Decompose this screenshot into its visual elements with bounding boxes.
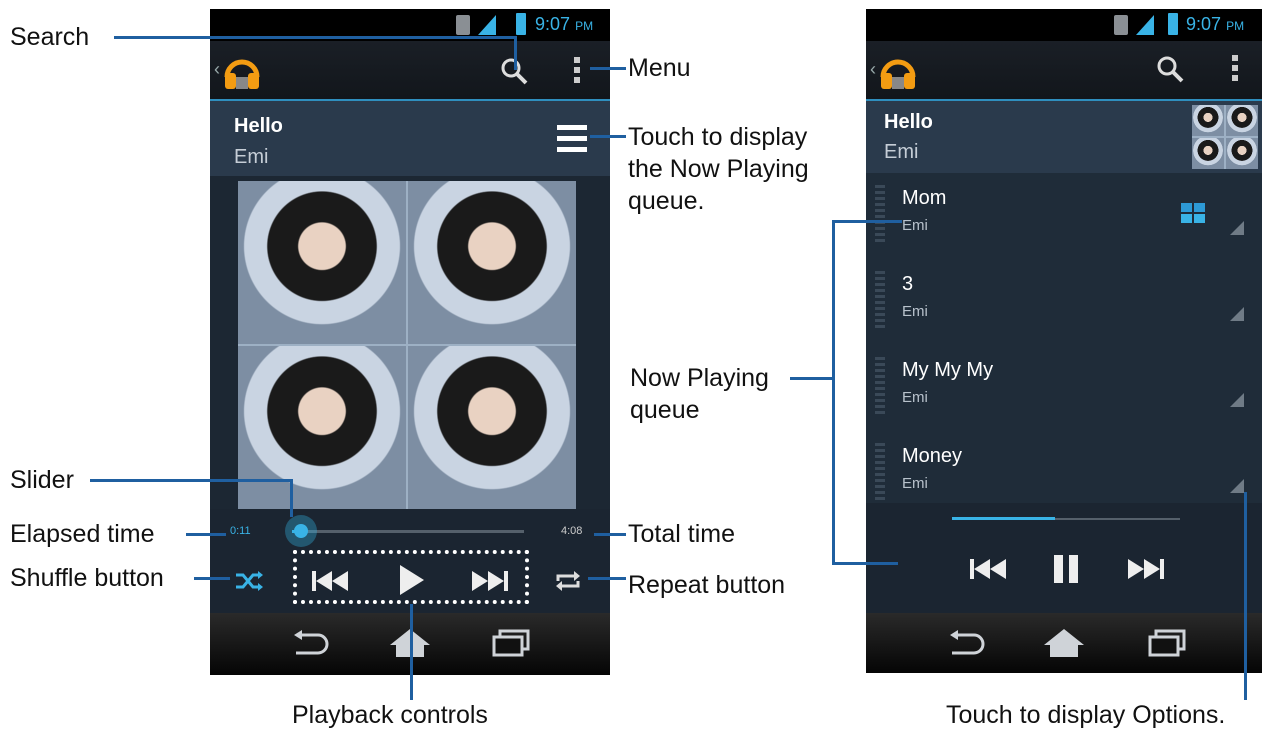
leader-line <box>114 36 516 39</box>
queue-item-artist: Emi <box>902 303 928 320</box>
song-title: Hello <box>234 115 283 137</box>
lte-icon <box>1114 15 1128 35</box>
signal-icon <box>1136 15 1154 35</box>
callout-playback-controls: Playback controls <box>292 701 488 729</box>
album-art-tile <box>408 346 576 509</box>
list-item[interactable]: My My My Emi <box>866 345 1262 432</box>
next-icon[interactable] <box>1128 558 1166 580</box>
search-icon[interactable] <box>1156 55 1184 83</box>
leader-line <box>514 36 517 70</box>
album-art-tile <box>238 346 406 509</box>
album-art-tile <box>408 181 576 344</box>
equalizer-icon <box>1181 203 1205 223</box>
callout-shuffle-button: Shuffle button <box>10 564 164 592</box>
queue-item-title: 3 <box>902 273 914 295</box>
recent-apps-icon[interactable] <box>492 629 530 657</box>
menu-icon[interactable] <box>1230 53 1240 83</box>
queue-list: Mom Emi 3 Emi My My My Emi Money Emi <box>866 173 1262 517</box>
album-thumbnail <box>1192 105 1258 169</box>
nav-bar <box>866 613 1262 673</box>
queue-list-icon[interactable] <box>557 123 587 155</box>
progress-fill <box>952 517 1055 520</box>
battery-icon <box>516 13 526 35</box>
song-artist: Emi <box>234 146 269 168</box>
home-icon[interactable] <box>1042 627 1086 659</box>
queue-item-artist: Emi <box>902 475 928 492</box>
status-time: 9:07 PM <box>1186 14 1245 34</box>
callout-now-playing-queue-button: Touch to display the Now Playing queue. <box>628 123 809 215</box>
callout-elapsed-time: Elapsed time <box>10 520 155 548</box>
drag-handle[interactable] <box>875 185 885 245</box>
headphones-app-icon[interactable] <box>878 53 918 91</box>
leader-line <box>832 220 835 564</box>
leader-line <box>194 577 230 580</box>
queue-item-title: Mom <box>902 187 947 209</box>
queue-item-title: Money <box>902 445 963 467</box>
queue-screen: 9:07 PM ‹ Hello Emi Mom Emi 3 Emi My My … <box>866 9 1262 673</box>
battery-icon <box>1168 13 1178 35</box>
song-artist: Emi <box>884 141 919 163</box>
leader-line <box>832 562 898 565</box>
repeat-icon[interactable] <box>554 569 582 593</box>
queue-item-artist: Emi <box>902 217 928 234</box>
recent-apps-icon[interactable] <box>1148 629 1186 657</box>
leader-line <box>186 533 226 536</box>
callout-repeat-button: Repeat button <box>628 571 786 599</box>
album-art-tile <box>238 181 406 344</box>
drag-handle[interactable] <box>875 443 885 503</box>
status-time: 9:07 PM <box>535 14 594 34</box>
queue-item-title: My My My <box>902 359 994 381</box>
options-triangle-icon[interactable] <box>1230 479 1244 493</box>
now-playing-header[interactable]: Hello Emi <box>866 101 1262 173</box>
leader-line <box>832 220 902 223</box>
leader-line <box>590 67 626 70</box>
action-bar: ‹ <box>866 41 1262 101</box>
queue-item-artist: Emi <box>902 389 928 406</box>
status-bar: 9:07 PM <box>866 9 1262 41</box>
leader-line <box>594 533 626 536</box>
leader-line <box>410 604 413 700</box>
callout-total-time: Total time <box>628 520 735 548</box>
playback-controls-highlight <box>293 550 529 604</box>
progress-track <box>292 530 524 533</box>
lte-icon <box>456 15 470 35</box>
callout-slider: Slider <box>10 466 74 494</box>
drag-handle[interactable] <box>875 357 885 417</box>
action-bar: ‹ <box>210 41 610 101</box>
options-triangle-icon[interactable] <box>1230 393 1244 407</box>
options-triangle-icon[interactable] <box>1230 307 1244 321</box>
back-icon[interactable] <box>290 629 330 659</box>
menu-icon[interactable] <box>572 55 582 85</box>
drag-handle[interactable] <box>875 271 885 331</box>
leader-line <box>590 135 626 138</box>
album-art <box>238 181 576 509</box>
leader-line <box>790 377 834 380</box>
callout-touch-options: Touch to display Options. <box>946 701 1226 729</box>
up-caret-icon: ‹ <box>870 59 876 79</box>
callout-now-playing-queue: Now Playing queue <box>630 364 769 424</box>
now-playing-header: Hello Emi <box>210 101 610 176</box>
leader-line <box>588 577 626 580</box>
slider-thumb[interactable] <box>285 515 317 547</box>
options-triangle-icon[interactable] <box>1230 221 1244 235</box>
back-icon[interactable] <box>946 629 986 659</box>
leader-line <box>90 479 293 482</box>
leader-line <box>1244 492 1247 700</box>
leader-line <box>290 479 293 517</box>
list-item[interactable]: Mom Emi <box>866 173 1262 260</box>
song-title: Hello <box>884 111 933 133</box>
callout-menu: Menu <box>628 54 691 82</box>
headphones-app-icon[interactable] <box>222 53 262 91</box>
total-time: 4:08 <box>561 525 583 537</box>
signal-icon <box>478 15 496 35</box>
pause-icon[interactable] <box>1052 554 1080 584</box>
elapsed-time: 0:11 <box>230 525 251 537</box>
list-item[interactable]: 3 Emi <box>866 259 1262 346</box>
shuffle-icon[interactable] <box>234 570 264 592</box>
previous-icon[interactable] <box>968 558 1006 580</box>
up-caret-icon: ‹ <box>214 59 220 79</box>
callout-search: Search <box>10 23 90 51</box>
